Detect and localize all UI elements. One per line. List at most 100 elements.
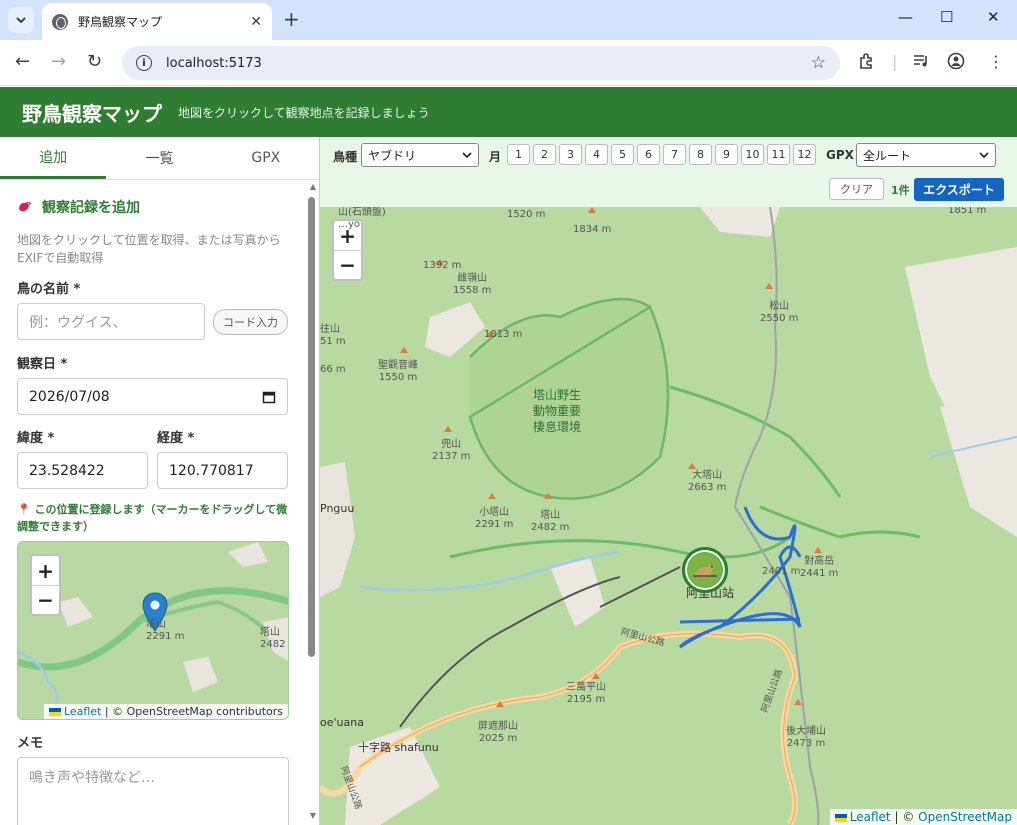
add-record-form: 観察記録を追加 地図をクリックして位置を取得、または写真からEXIFで自動取得 … (0, 197, 319, 825)
sidebar-tabs: 追加 一覧 GPX (0, 137, 319, 180)
sidebar-scrollbar[interactable] (308, 197, 315, 657)
tab-search-button[interactable] (8, 7, 34, 33)
bird-observation-marker[interactable] (682, 547, 728, 593)
month-button-11[interactable]: 11 (767, 144, 790, 165)
map-label: 雌嶺山 1558 m (453, 273, 492, 296)
menu-kebab-icon[interactable]: ⋮ (988, 52, 1004, 71)
tab-list[interactable]: 一覧 (106, 137, 212, 179)
bird-name-input[interactable]: 例：ウグイス、 (17, 303, 205, 340)
map-label: 1813 m (484, 329, 523, 340)
new-tab-button[interactable]: + (283, 8, 300, 30)
map-label: 往山 51 m (320, 324, 346, 347)
section-title: 観察記録を追加 (17, 197, 288, 217)
ukraine-flag-icon (834, 813, 847, 822)
bird-icon (19, 201, 31, 212)
date-value: 2026/07/08 (29, 388, 110, 405)
forward-icon[interactable]: → (51, 50, 66, 74)
mini-map-zoom-in-button[interactable]: + (32, 556, 59, 585)
month-filter-label: 月 (489, 150, 502, 164)
month-button-3[interactable]: 3 (559, 144, 582, 165)
tab-add[interactable]: 追加 (0, 137, 107, 179)
minimize-icon[interactable]: — (898, 8, 913, 26)
memo-label: メモ (17, 736, 44, 751)
app-subtitle: 地図をクリックして観察地点を記録しましょう (178, 105, 430, 120)
hint-text: 地図をクリックして位置を取得、または写真からEXIFで自動取得 (17, 233, 281, 265)
month-button-8[interactable]: 8 (689, 144, 712, 165)
species-filter-label: 鳥種 (333, 150, 358, 164)
map-label: 聖觀音峰 1550 m (378, 360, 418, 383)
map-label: 山(石頭盤) …yo (338, 207, 386, 230)
gpx-route-select[interactable]: 全ルート (856, 143, 996, 167)
pin-icon: 📍 (17, 503, 31, 516)
map-label: 1851 m (948, 207, 987, 216)
openstreetmap-link[interactable]: OpenStreetMap (918, 810, 1012, 824)
map-label: 三萬平山 2195 m (566, 682, 606, 705)
scroll-down-arrow[interactable]: ▼ (310, 811, 316, 820)
window-close-icon[interactable]: ✕ (987, 8, 1000, 26)
map-label: 1834 m (573, 224, 612, 235)
month-button-12[interactable]: 12 (793, 144, 816, 165)
record-count: 1件 (891, 184, 910, 197)
month-button-7[interactable]: 7 (663, 144, 686, 165)
date-input[interactable]: 2026/07/08 (17, 378, 288, 415)
species-select[interactable]: ヤブドリ (361, 143, 479, 167)
month-button-1[interactable]: 1 (507, 144, 530, 165)
chevron-down-icon (462, 152, 472, 159)
month-button-9[interactable]: 9 (715, 144, 738, 165)
scroll-up-arrow[interactable]: ▲ (310, 182, 316, 191)
mini-map-label: 塔山 2291 m (146, 619, 185, 642)
memo-textarea[interactable]: 鳴き声や特徴など… (17, 757, 289, 825)
site-info-icon[interactable]: i (136, 55, 152, 71)
bookmark-star-icon[interactable]: ☆ (811, 53, 826, 73)
mini-map-zoom-out-button[interactable]: − (32, 585, 59, 614)
map-label: Pnguu (320, 502, 355, 515)
browser-tabstrip: 野鳥観察マップ ✕ + — ☐ ✕ (0, 0, 1017, 40)
leaflet-link[interactable]: Leaflet (850, 810, 891, 824)
calendar-icon[interactable] (262, 390, 276, 404)
map-label: 對高岳 2441 m (800, 556, 839, 579)
profile-avatar-icon[interactable] (947, 52, 965, 74)
mini-map[interactable]: + − 塔山2291 m 塔山2482 r Leaflet | © OpenSt… (17, 541, 289, 720)
map-label: 66 m (320, 364, 346, 375)
month-button-6[interactable]: 6 (637, 144, 660, 165)
map-label: 塔山 2482 m (531, 510, 570, 533)
main-map[interactable]: + − 1520 m 1834 m 1851 m 1392 m 雌嶺山 1558 … (320, 207, 1017, 825)
clear-button[interactable]: クリア (829, 178, 884, 200)
longitude-label: 経度 * (157, 431, 195, 446)
month-button-4[interactable]: 4 (585, 144, 608, 165)
media-control-icon[interactable] (912, 52, 930, 74)
tab-gpx[interactable]: GPX (213, 137, 319, 179)
code-input-button[interactable]: コード入力 (213, 308, 288, 335)
back-icon[interactable]: ← (15, 50, 30, 74)
address-bar[interactable]: i localhost:5173 ☆ (122, 46, 840, 80)
map-attribution: Leaflet | © OpenStreetMap (829, 809, 1017, 825)
map-tiles (320, 207, 1017, 825)
longitude-input[interactable]: 120.770817 (157, 452, 288, 489)
date-label: 観察日 * (17, 357, 68, 372)
species-select-value: ヤブドリ (368, 148, 417, 163)
leaflet-link[interactable]: Leaflet (64, 705, 101, 718)
month-button-10[interactable]: 10 (741, 144, 764, 165)
maximize-icon[interactable]: ☐ (940, 8, 953, 26)
month-button-5[interactable]: 5 (611, 144, 634, 165)
month-button-2[interactable]: 2 (533, 144, 556, 165)
close-tab-icon[interactable]: ✕ (250, 14, 262, 30)
app-title: 野鳥観察マップ (22, 101, 162, 126)
map-label: 松山 2550 m (760, 301, 799, 324)
extensions-icon[interactable] (858, 52, 876, 74)
reload-icon[interactable]: ↻ (87, 50, 102, 74)
attribution-separator: | © (894, 810, 915, 824)
map-label: 1392 m (423, 260, 462, 271)
export-button[interactable]: エクスポート (914, 178, 1004, 201)
bird-name-label: 鳥の名前 * (17, 282, 81, 297)
gpx-filter-label: GPX (826, 148, 854, 162)
map-label: 兜山 2137 m (432, 439, 471, 462)
chevron-down-icon (16, 17, 26, 24)
map-zoom-out-button[interactable]: − (334, 250, 361, 279)
browser-tab[interactable]: 野鳥観察マップ ✕ (42, 3, 272, 40)
latitude-input[interactable]: 23.528422 (17, 452, 148, 489)
app-header: 野鳥観察マップ 地図をクリックして観察地点を記録しましょう (0, 87, 1017, 137)
globe-icon (52, 13, 68, 30)
section-title-text: 観察記録を追加 (42, 200, 140, 216)
url-text: localhost:5173 (166, 55, 262, 71)
